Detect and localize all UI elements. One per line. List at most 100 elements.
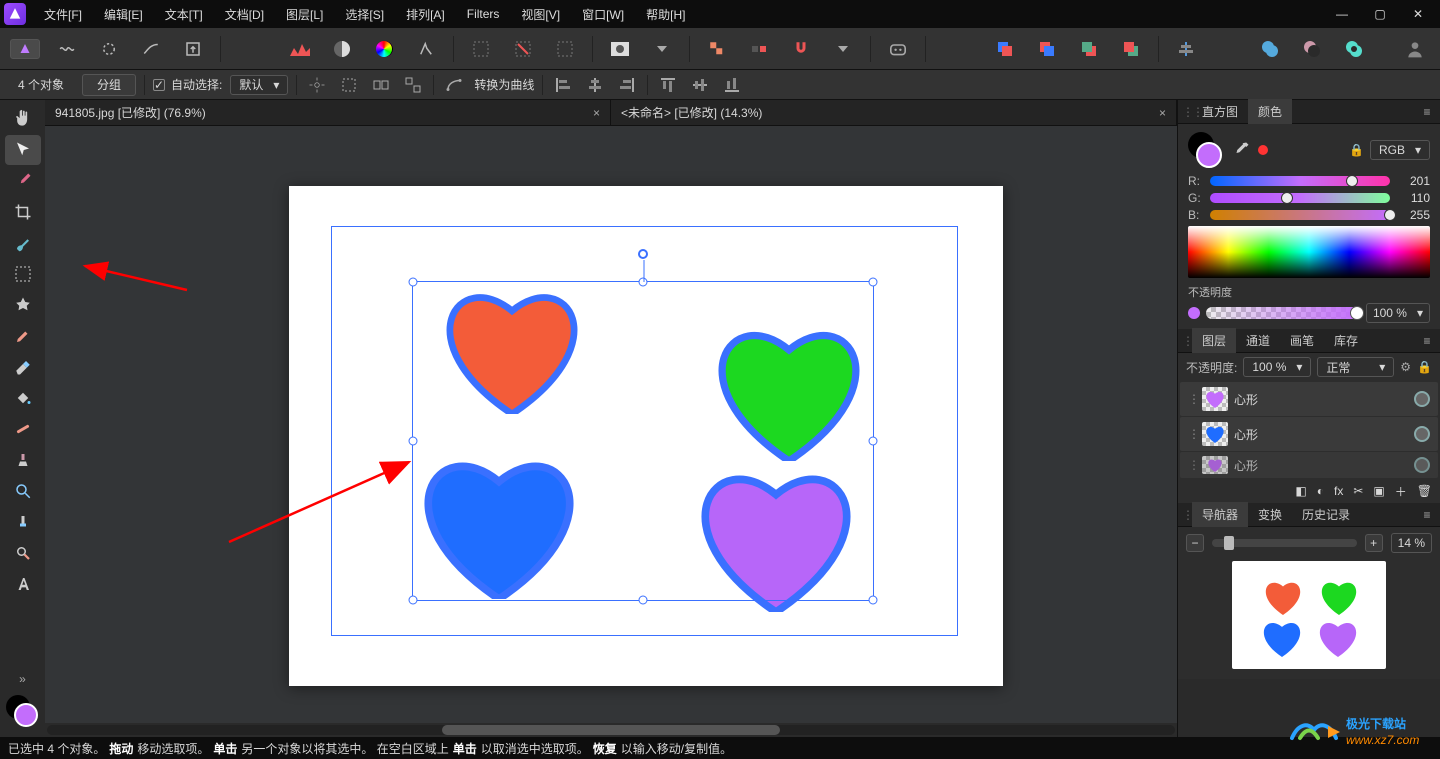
lock-icon[interactable]: 🔒	[1417, 360, 1432, 374]
tab-histogram[interactable]: 直方图	[1192, 99, 1248, 124]
panel-menu-icon[interactable]: ≡	[1418, 334, 1436, 348]
menu-help[interactable]: 帮助[H]	[636, 2, 695, 27]
panel-grip-icon[interactable]: ⋮⋮	[1182, 334, 1192, 348]
visibility-toggle[interactable]	[1414, 391, 1430, 407]
convert-curve-icon[interactable]	[442, 73, 466, 97]
bool-add-icon[interactable]	[1255, 34, 1285, 64]
menu-arrange[interactable]: 排列[A]	[396, 2, 455, 27]
opacity-value-field[interactable]: 100 %▾	[1366, 303, 1430, 323]
more-tools[interactable]: »	[5, 664, 41, 694]
zoom-tool[interactable]	[5, 476, 41, 506]
bool-xor-icon[interactable]	[1339, 34, 1369, 64]
panel-menu-icon[interactable]: ≡	[1418, 105, 1436, 119]
dropdown2-icon[interactable]	[828, 34, 858, 64]
adjust-icon[interactable]	[327, 34, 357, 64]
auto-select-mode-dropdown[interactable]: 默认▾	[230, 75, 288, 95]
blend-mode-dropdown[interactable]: 正常▾	[1317, 357, 1394, 377]
show-bbox-icon[interactable]	[337, 73, 361, 97]
doc-tab-1[interactable]: 941805.jpg [已修改] (76.9%) ×	[45, 100, 611, 125]
layer-row[interactable]: ⋮⋮ 心形	[1180, 452, 1438, 478]
align-bottom-icon[interactable]	[720, 73, 744, 97]
layer-row[interactable]: ⋮⋮ 心形	[1180, 382, 1438, 416]
align-left-icon[interactable]	[551, 73, 575, 97]
layer-row[interactable]: ⋮⋮ 心形	[1180, 417, 1438, 451]
auto-icon[interactable]	[411, 34, 441, 64]
selection-sub-icon[interactable]	[508, 34, 538, 64]
tab-brushes[interactable]: 画笔	[1280, 328, 1324, 353]
menu-edit[interactable]: 编辑[E]	[94, 2, 153, 27]
tab-history[interactable]: 历史记录	[1292, 502, 1360, 527]
crop-tool[interactable]	[5, 197, 41, 227]
menu-view[interactable]: 视图[V]	[511, 2, 570, 27]
account-icon[interactable]	[1400, 34, 1430, 64]
move-tool[interactable]	[5, 135, 41, 165]
persona-photo-icon[interactable]	[10, 39, 40, 59]
fill-tool[interactable]	[5, 383, 41, 413]
window-minimize[interactable]: —	[1324, 2, 1360, 26]
align-vcenter-icon[interactable]	[688, 73, 712, 97]
order-back-icon[interactable]	[990, 34, 1020, 64]
tab-channels[interactable]: 通道	[1236, 328, 1280, 353]
bool-sub-icon[interactable]	[1297, 34, 1327, 64]
adjustment-icon[interactable]: ◐	[1317, 484, 1324, 498]
clone-tool[interactable]	[5, 445, 41, 475]
dropdown-icon[interactable]	[647, 34, 677, 64]
marquee-tool[interactable]	[5, 259, 41, 289]
order-forward-icon[interactable]	[1074, 34, 1104, 64]
align-top-icon[interactable]	[656, 73, 680, 97]
menu-file[interactable]: 文件[F]	[34, 2, 92, 27]
text-tool[interactable]	[5, 569, 41, 599]
brush-selection-tool[interactable]	[5, 228, 41, 258]
drag-handle-icon[interactable]: ⋮⋮	[1188, 427, 1196, 441]
align-right-icon[interactable]	[615, 73, 639, 97]
hand-tool[interactable]	[5, 104, 41, 134]
gear-icon[interactable]: ⚙	[1400, 360, 1411, 374]
crop-layer-icon[interactable]: ✂	[1353, 484, 1363, 498]
quickmask-icon[interactable]	[605, 34, 635, 64]
menu-select[interactable]: 选择[S]	[335, 2, 394, 27]
zoom-slider[interactable]	[1212, 539, 1357, 547]
persona-develop-icon[interactable]	[94, 34, 124, 64]
canvas[interactable]	[45, 126, 1177, 723]
snap-icon[interactable]	[702, 34, 732, 64]
zoom-out-button[interactable]: −	[1186, 534, 1204, 552]
dodge-tool[interactable]	[5, 538, 41, 568]
snap2-icon[interactable]	[744, 34, 774, 64]
menu-document[interactable]: 文档[D]	[215, 2, 274, 27]
order-backward-icon[interactable]	[1032, 34, 1062, 64]
healing-tool[interactable]	[5, 414, 41, 444]
group-layer-icon[interactable]: ▣	[1373, 484, 1384, 498]
paint-brush-tool[interactable]	[5, 321, 41, 351]
magnet-icon[interactable]	[786, 34, 816, 64]
align-center-icon[interactable]	[1171, 34, 1201, 64]
selection-add-icon[interactable]	[466, 34, 496, 64]
color-spectrum[interactable]	[1188, 226, 1430, 278]
persona-liquify-icon[interactable]	[52, 34, 82, 64]
visibility-toggle[interactable]	[1414, 457, 1430, 473]
horizontal-scrollbar[interactable]	[45, 723, 1177, 737]
tab-stock[interactable]: 库存	[1324, 328, 1368, 353]
transform-origin-icon[interactable]	[305, 73, 329, 97]
fx-icon[interactable]: fx	[1334, 484, 1343, 498]
color-swatch-pair[interactable]	[1188, 132, 1224, 168]
color-wheel-icon[interactable]	[369, 34, 399, 64]
r-slider[interactable]: R: 201	[1188, 174, 1430, 188]
menu-filters[interactable]: Filters	[457, 3, 510, 25]
visibility-toggle[interactable]	[1414, 426, 1430, 442]
drag-handle-icon[interactable]: ⋮⋮	[1188, 458, 1196, 472]
rotation-handle[interactable]	[638, 249, 648, 259]
color-mode-dropdown[interactable]: RGB▾	[1370, 140, 1430, 160]
group-button[interactable]: 分组	[82, 74, 136, 96]
layer-opacity-field[interactable]: 100 %▾	[1243, 357, 1311, 377]
erase-tool[interactable]	[5, 352, 41, 382]
tab-color[interactable]: 颜色	[1248, 99, 1292, 124]
order-front-icon[interactable]	[1116, 34, 1146, 64]
window-close[interactable]: ✕	[1400, 2, 1436, 26]
opacity-slider[interactable]	[1206, 307, 1360, 319]
drag-handle-icon[interactable]: ⋮⋮	[1188, 392, 1196, 406]
panel-grip-icon[interactable]: ⋮⋮	[1182, 508, 1192, 522]
color-swatch[interactable]	[6, 695, 40, 729]
persona-tonemap-icon[interactable]	[136, 34, 166, 64]
zoom-value-field[interactable]: 14 %	[1391, 533, 1432, 553]
delete-layer-icon[interactable]: 🗑	[1417, 484, 1432, 498]
